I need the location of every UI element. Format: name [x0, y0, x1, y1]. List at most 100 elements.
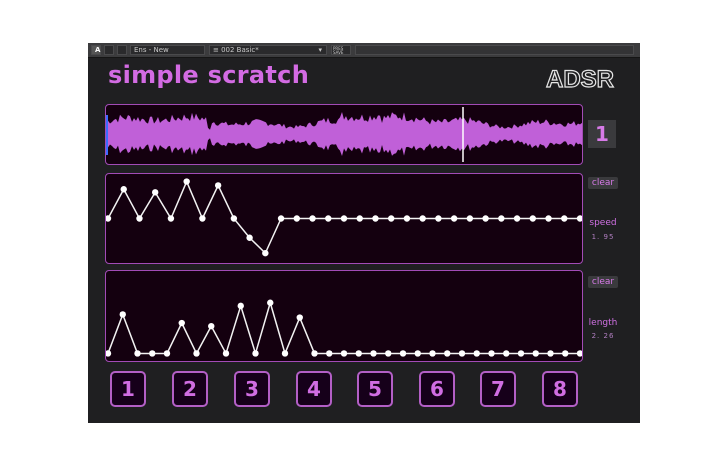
length-curve-point[interactable]	[532, 350, 539, 357]
speed-curve-point[interactable]	[120, 186, 127, 193]
length-curve-point[interactable]	[340, 350, 348, 357]
speed-curve-point[interactable]	[136, 215, 143, 222]
speed-curve-point[interactable]	[199, 215, 206, 222]
host-toolbar: A Ens - New ≡ 002 Basic* ▾ PRES SAVE	[88, 43, 640, 58]
list-icon: ≡	[213, 46, 222, 54]
length-curve-point[interactable]	[562, 350, 569, 357]
length-label: length	[588, 318, 618, 328]
length-curve-point[interactable]	[414, 350, 421, 357]
speed-curve-point[interactable]	[152, 189, 159, 196]
length-curve-point[interactable]	[296, 314, 303, 321]
preset-name: 002 Basic*	[221, 46, 259, 54]
length-curve-point[interactable]	[119, 311, 126, 318]
speed-curve-point[interactable]	[277, 215, 285, 222]
speed-curve-point[interactable]	[183, 178, 190, 185]
length-curve[interactable]	[104, 271, 584, 361]
app-title: simple scratch	[108, 61, 310, 89]
slot-button-6[interactable]: 6	[419, 371, 455, 407]
length-curve-point[interactable]	[385, 350, 392, 357]
speed-curve-point[interactable]	[388, 215, 395, 222]
speed-curve-point[interactable]	[293, 215, 300, 222]
speed-curve-point[interactable]	[450, 215, 458, 222]
speed-curve-point[interactable]	[104, 215, 112, 222]
length-curve-point[interactable]	[237, 302, 244, 310]
speed-curve-point[interactable]	[466, 215, 474, 222]
length-curve-point[interactable]	[488, 350, 495, 357]
length-curve-point[interactable]	[104, 350, 112, 357]
power-icon[interactable]	[104, 45, 114, 55]
length-curve-point[interactable]	[252, 350, 259, 357]
speed-label: speed	[589, 218, 617, 228]
length-clear-button[interactable]: clear	[588, 276, 618, 288]
length-curve-point[interactable]	[473, 350, 480, 357]
length-curve-line	[107, 300, 580, 357]
slot-button-1[interactable]: 1	[110, 371, 146, 407]
minus-icon[interactable]	[117, 45, 127, 55]
length-curve-point[interactable]	[547, 350, 554, 357]
speed-curve-point[interactable]	[403, 215, 411, 222]
waveform-shape	[106, 112, 582, 156]
speed-curve-point[interactable]	[529, 215, 536, 222]
preset-save-button[interactable]: PRES SAVE	[331, 45, 351, 55]
speed-curve-point[interactable]	[167, 215, 175, 222]
speed-clear-button[interactable]: clear	[588, 177, 618, 189]
length-curve-point[interactable]	[458, 350, 466, 357]
length-curve-point[interactable]	[444, 350, 451, 357]
slot-button-5[interactable]: 5	[357, 371, 393, 407]
length-curve-point[interactable]	[193, 350, 200, 357]
length-curve-point[interactable]	[326, 350, 333, 357]
speed-curve-point[interactable]	[230, 215, 238, 222]
length-curve-point[interactable]	[355, 350, 362, 357]
length-curve-point[interactable]	[208, 322, 215, 330]
length-curve-point[interactable]	[517, 350, 525, 357]
speed-curve-point[interactable]	[356, 215, 363, 222]
speed-curve-panel[interactable]	[104, 173, 584, 264]
speed-curve-point[interactable]	[214, 182, 222, 189]
logo-text: ADSR	[546, 66, 614, 93]
speed-curve-point[interactable]	[340, 215, 348, 222]
speed-curve-point[interactable]	[576, 215, 584, 222]
slot-button-8[interactable]: 8	[542, 371, 578, 407]
length-curve-point[interactable]	[222, 350, 230, 357]
speed-curve-point[interactable]	[262, 249, 269, 257]
speed-curve-point[interactable]	[309, 215, 316, 222]
speed-value: 1. 95	[591, 233, 615, 241]
slot-button-7[interactable]: 7	[480, 371, 516, 407]
speed-curve-point[interactable]	[419, 215, 426, 222]
waveform-panel[interactable]	[105, 104, 583, 165]
chevron-down-icon: ▾	[318, 46, 322, 54]
length-curve-point[interactable]	[281, 350, 289, 357]
preset-selector[interactable]: ≡ 002 Basic* ▾	[209, 45, 327, 55]
length-curve-point[interactable]	[149, 350, 156, 357]
speed-curve-point[interactable]	[561, 215, 568, 222]
length-curve-point[interactable]	[503, 350, 510, 357]
length-curve-point[interactable]	[311, 350, 318, 357]
slot-button-4[interactable]: 4	[296, 371, 332, 407]
speed-curve-point[interactable]	[545, 215, 552, 222]
speed-curve-point[interactable]	[246, 234, 253, 241]
speed-curve-point[interactable]	[482, 215, 489, 222]
speed-curve-point[interactable]	[372, 215, 379, 222]
slot-button-3[interactable]: 3	[234, 371, 270, 407]
speed-curve-point[interactable]	[498, 215, 505, 222]
toolbar-a-button[interactable]: A	[91, 45, 101, 55]
length-curve-panel[interactable]	[104, 270, 584, 362]
length-curve-point[interactable]	[178, 319, 185, 327]
slot-button-2[interactable]: 2	[172, 371, 208, 407]
plugin-window: A Ens - New ≡ 002 Basic* ▾ PRES SAVE sim…	[88, 43, 640, 423]
length-curve-point[interactable]	[267, 299, 274, 306]
speed-curve-point[interactable]	[325, 215, 332, 222]
speed-curve[interactable]	[104, 174, 584, 263]
length-curve-point[interactable]	[163, 350, 171, 357]
speed-curve-point[interactable]	[513, 215, 521, 222]
length-curve-point[interactable]	[399, 350, 407, 357]
toolbar-spacer	[355, 45, 634, 55]
speed-curve-point[interactable]	[435, 215, 442, 222]
length-curve-point[interactable]	[370, 350, 377, 357]
length-curve-point[interactable]	[576, 350, 584, 357]
waveform-display	[106, 107, 582, 162]
adsr-logo: ADSR	[544, 63, 620, 93]
length-curve-point[interactable]	[134, 350, 141, 357]
preset-slot-field[interactable]: Ens - New	[130, 45, 205, 55]
length-curve-point[interactable]	[429, 350, 436, 357]
